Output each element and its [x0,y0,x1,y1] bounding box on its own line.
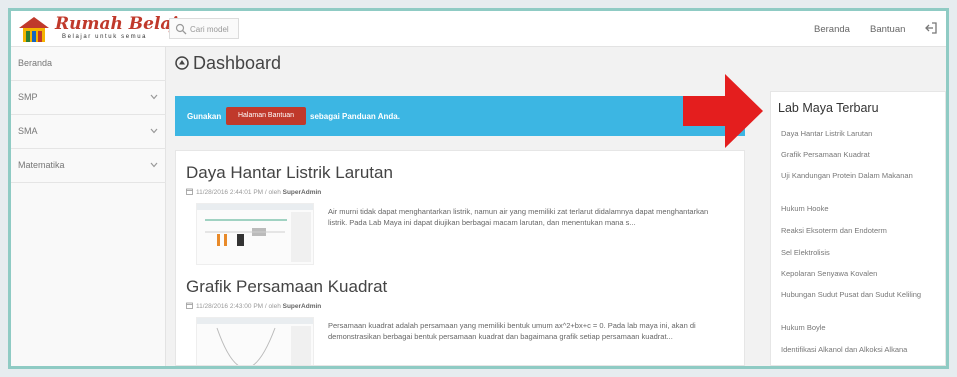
post-date: 11/28/2016 2:43:00 PM / oleh [196,303,281,310]
calendar-icon [186,302,193,309]
calendar-icon [186,188,193,195]
sign-out-icon[interactable] [924,21,938,35]
sidebar-item-label: Beranda [18,58,53,68]
post-thumbnail[interactable] [196,203,314,265]
nav-help-link[interactable]: Bantuan [870,24,905,35]
help-page-button[interactable]: Halaman Bantuan [226,107,306,125]
post-list: Daya Hantar Listrik Larutan 11/28/2016 2… [175,150,745,366]
sidebar-item-sma[interactable]: SMA [11,115,166,149]
latest-lab-link[interactable]: Identifikasi Alkanol dan Alkoksi Alkana [781,344,937,356]
help-banner: Gunakan Halaman Bantuan sebagai Panduan … [175,96,745,136]
sidebar-item-smp[interactable]: SMP [11,81,166,115]
chevron-down-icon [150,162,158,168]
app-frame: Rumah Belajar Belajar untuk semua Cari m… [8,8,949,369]
latest-lab-link[interactable]: Hukum Boyle [781,322,937,334]
post-thumbnail[interactable] [196,317,314,365]
latest-lab-link[interactable]: Hubungan Sudut Pusat dan Sudut Keliling [781,289,937,301]
red-arrow-annotation [683,74,763,148]
main-content: Dashboard Gunakan Halaman Bantuan sebaga… [166,47,946,366]
sidebar-item-label: Matematika [18,160,65,170]
post-author: SuperAdmin [282,189,322,196]
dashboard-icon [175,56,189,70]
search-input[interactable]: Cari model [169,18,239,39]
electric-circuit-thumbnail [197,204,313,262]
latest-lab-link[interactable]: Hukum Hooke [781,203,937,215]
latest-lab-link[interactable]: Uji Kandungan Protein Dalam Makanan [781,170,937,182]
page-title: Dashboard [175,53,281,74]
search-icon [175,23,187,35]
post-title[interactable]: Daya Hantar Listrik Larutan [186,163,393,183]
brand-tagline: Belajar untuk semua [62,34,148,40]
chevron-down-icon [150,128,158,134]
sidebar-item-label: SMP [18,92,38,102]
latest-lab-link[interactable]: Reaksi Eksoterm dan Endoterm [781,225,937,237]
latest-lab-link[interactable]: Grafik Persamaan Kuadrat [781,149,937,161]
sidebar-item-matematika[interactable]: Matematika [11,149,166,183]
banner-prefix: Gunakan [187,112,222,121]
latest-lab-link[interactable]: Kepolaran Senyawa Kovalen [781,268,937,280]
post-title[interactable]: Grafik Persamaan Kuadrat [186,277,387,297]
sidebar-item-label: SMA [18,126,38,136]
latest-lab-link[interactable]: Sel Elektrolisis [781,247,937,259]
post-excerpt: Air murni tidak dapat menghantarkan list… [328,207,709,227]
nav-home-link[interactable]: Beranda [814,24,850,35]
top-bar: Rumah Belajar Belajar untuk semua Cari m… [11,11,946,47]
post-meta: 11/28/2016 2:44:01 PM / oleh SuperAdmin [186,188,321,196]
search-placeholder: Cari model [190,25,229,34]
sidebar: Beranda SMP SMA Matematika [11,47,166,366]
sidebar-item-beranda[interactable]: Beranda [11,47,166,81]
post-author: SuperAdmin [282,303,322,310]
banner-suffix: sebagai Panduan Anda. [310,112,400,121]
latest-lab-link[interactable]: Daya Hantar Listrik Larutan [781,128,937,140]
house-logo-icon [19,17,49,42]
post-meta: 11/28/2016 2:43:00 PM / oleh SuperAdmin [186,302,321,310]
logo[interactable]: Rumah Belajar Belajar untuk semua [17,14,198,44]
parabola-graph-thumbnail [197,318,313,365]
latest-labs-title: Lab Maya Terbaru [778,101,879,115]
page-title-text: Dashboard [193,53,282,73]
post-date: 11/28/2016 2:44:01 PM / oleh [196,189,281,196]
post-excerpt: Persamaan kuadrat adalah persamaan yang … [328,321,696,341]
chevron-down-icon [150,94,158,100]
latest-labs-panel: Lab Maya Terbaru Daya Hantar Listrik Lar… [770,91,946,366]
